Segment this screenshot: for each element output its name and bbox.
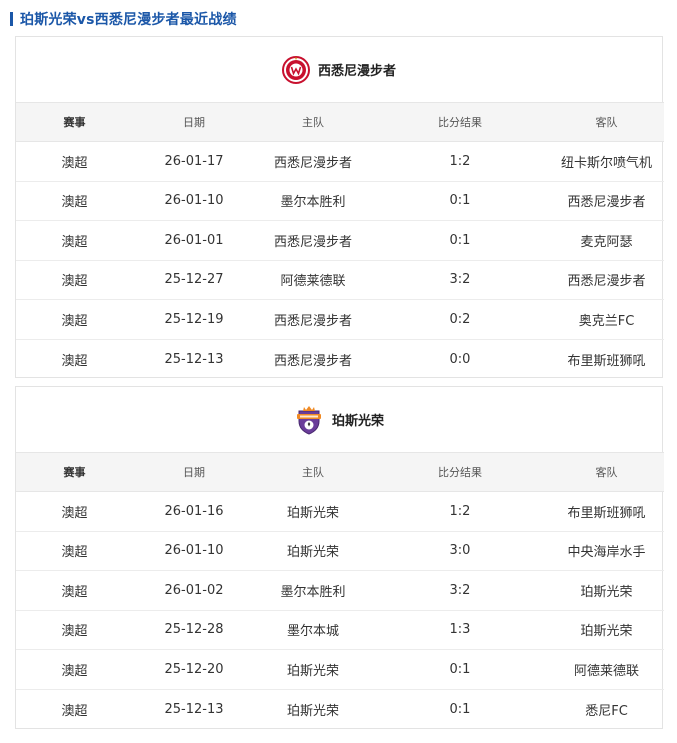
team-header: 珀斯光荣 — [16, 387, 662, 452]
cell-date: 25-12-13 — [164, 351, 224, 367]
table-row: 澳超 26-01-16 珀斯光荣 1:2 布里斯班狮吼 — [16, 491, 664, 532]
cell-away-team: 悉尼FC — [585, 703, 628, 719]
col-header-score: 比分结果 — [371, 452, 549, 492]
cell-score: 0:1 — [371, 220, 549, 261]
team-name: 珀斯光荣 — [331, 414, 384, 429]
team-record-panel-perth: 珀斯光荣 赛事 日期 主队 比分结果 客队 澳超 26-01-16 珀斯光荣 1… — [15, 386, 664, 729]
table-row: 澳超 26-01-10 墨尔本胜利 0:1 西悉尼漫步者 — [16, 181, 664, 221]
match-table: 赛事 日期 主队 比分结果 客队 澳超 26-01-17 西悉尼漫步者 1:2 … — [16, 102, 664, 379]
cell-score: 0:1 — [371, 181, 549, 221]
cell-competition: 澳超 — [16, 181, 133, 221]
cell-date: 26-01-10 — [133, 181, 255, 221]
col-header-competition: 赛事 — [16, 102, 133, 142]
cell-home-team: 珀斯光荣 — [255, 649, 371, 690]
cell-away-team: 麦克阿瑟 — [549, 220, 664, 261]
table-row: 澳超 25-12-27 阿德莱德联 3:2 西悉尼漫步者 — [16, 260, 664, 300]
cell-score: 1:2 — [371, 491, 549, 532]
cell-home-team: 珀斯光荣 — [255, 531, 371, 571]
title-accent-bar — [10, 12, 13, 26]
cell-date: 26-01-01 — [133, 220, 255, 261]
cell-home-team: 墨尔本胜利 — [255, 570, 371, 611]
western-sydney-wanderers-logo-icon — [281, 55, 310, 84]
table-row: 澳超 25-12-13 西悉尼漫步者 0:0 布里斯班狮吼 — [16, 339, 664, 379]
cell-competition: 澳超 — [16, 260, 133, 300]
table-row: 澳超 25-12-19 西悉尼漫步者 0:2 奥克兰FC — [16, 299, 664, 340]
cell-home-team: 珀斯光荣 — [255, 491, 371, 532]
table-row: 澳超 26-01-17 西悉尼漫步者 1:2 纽卡斯尔喷气机 — [16, 141, 664, 182]
cell-competition: 澳超 — [16, 531, 133, 571]
cell-date: 26-01-02 — [133, 570, 255, 611]
cell-away-team: 西悉尼漫步者 — [549, 260, 664, 300]
col-header-home: 主队 — [255, 452, 371, 492]
cell-competition: 澳超 — [16, 141, 133, 182]
cell-date: 25-12-27 — [133, 260, 255, 300]
table-row: 澳超 26-01-02 墨尔本胜利 3:2 珀斯光荣 — [16, 570, 664, 611]
cell-score: 3:2 — [371, 570, 549, 611]
cell-competition: 澳超 — [61, 353, 88, 369]
cell-home-team: 西悉尼漫步者 — [273, 353, 352, 369]
cell-away-team: 珀斯光荣 — [549, 570, 664, 611]
cell-away-team: 阿德莱德联 — [549, 649, 664, 690]
cell-away-team: 西悉尼漫步者 — [549, 181, 664, 221]
cell-date: 26-01-16 — [133, 491, 255, 532]
perth-glory-logo-icon — [296, 405, 321, 435]
cell-competition: 澳超 — [16, 570, 133, 611]
cell-away-team: 珀斯光荣 — [549, 610, 664, 650]
cell-date: 25-12-28 — [133, 610, 255, 650]
table-header-row: 赛事 日期 主队 比分结果 客队 — [16, 452, 664, 492]
table-row: 澳超 25-12-20 珀斯光荣 0:1 阿德莱德联 — [16, 649, 664, 690]
col-header-away: 客队 — [549, 452, 664, 492]
cell-date: 26-01-17 — [133, 141, 255, 182]
team-name: 西悉尼漫步者 — [317, 64, 396, 79]
table-row: 澳超 25-12-28 墨尔本城 1:3 珀斯光荣 — [16, 610, 664, 650]
cell-score: 3:2 — [371, 260, 549, 300]
cell-home-team: 墨尔本城 — [255, 610, 371, 650]
page-title: 珀斯光荣vs西悉尼漫步者最近战绩 — [10, 8, 237, 30]
col-header-away: 客队 — [549, 102, 664, 142]
col-header-competition: 赛事 — [16, 452, 133, 492]
cell-date: 25-12-20 — [133, 649, 255, 690]
cell-away-team: 中央海岸水手 — [549, 531, 664, 571]
cell-home-team: 阿德莱德联 — [255, 260, 371, 300]
col-header-date: 日期 — [133, 102, 255, 142]
cell-date: 26-01-10 — [133, 531, 255, 571]
team-header: 西悉尼漫步者 — [16, 37, 662, 102]
cell-home-team: 珀斯光荣 — [286, 703, 339, 719]
cell-score: 1:2 — [371, 141, 549, 182]
cell-home-team: 西悉尼漫步者 — [255, 299, 371, 340]
cell-score: 0:1 — [371, 649, 549, 690]
table-row: 澳超 26-01-01 西悉尼漫步者 0:1 麦克阿瑟 — [16, 220, 664, 261]
cell-away-team: 布里斯班狮吼 — [567, 353, 646, 369]
col-header-score: 比分结果 — [371, 102, 549, 142]
cell-home-team: 西悉尼漫步者 — [255, 141, 371, 182]
cell-score: 0:2 — [371, 299, 549, 340]
team-record-panel-wsw: 西悉尼漫步者 赛事 日期 主队 比分结果 客队 澳超 26-01-17 西悉尼漫… — [15, 36, 664, 379]
cell-home-team: 西悉尼漫步者 — [255, 220, 371, 261]
cell-competition: 澳超 — [16, 491, 133, 532]
table-row: 澳超 25-12-13 珀斯光荣 0:1 悉尼FC — [16, 689, 664, 729]
cell-date: 25-12-13 — [164, 701, 224, 717]
table-row: 澳超 26-01-10 珀斯光荣 3:0 中央海岸水手 — [16, 531, 664, 571]
cell-date: 25-12-19 — [133, 299, 255, 340]
match-table: 赛事 日期 主队 比分结果 客队 澳超 26-01-16 珀斯光荣 1:2 布里… — [16, 452, 664, 729]
cell-away-team: 布里斯班狮吼 — [549, 491, 664, 532]
page-title-text: 珀斯光荣vs西悉尼漫步者最近战绩 — [20, 12, 237, 28]
table-header-row: 赛事 日期 主队 比分结果 客队 — [16, 102, 664, 142]
cell-home-team: 墨尔本胜利 — [255, 181, 371, 221]
cell-competition: 澳超 — [61, 703, 88, 719]
col-header-home: 主队 — [255, 102, 371, 142]
cell-competition: 澳超 — [16, 610, 133, 650]
cell-score: 1:3 — [371, 610, 549, 650]
cell-score: 0:1 — [449, 701, 471, 717]
cell-competition: 澳超 — [16, 649, 133, 690]
cell-score: 3:0 — [371, 531, 549, 571]
cell-competition: 澳超 — [16, 299, 133, 340]
col-header-date: 日期 — [133, 452, 255, 492]
cell-score: 0:0 — [449, 351, 471, 367]
cell-away-team: 奥克兰FC — [549, 299, 664, 340]
cell-away-team: 纽卡斯尔喷气机 — [549, 141, 664, 182]
cell-competition: 澳超 — [16, 220, 133, 261]
